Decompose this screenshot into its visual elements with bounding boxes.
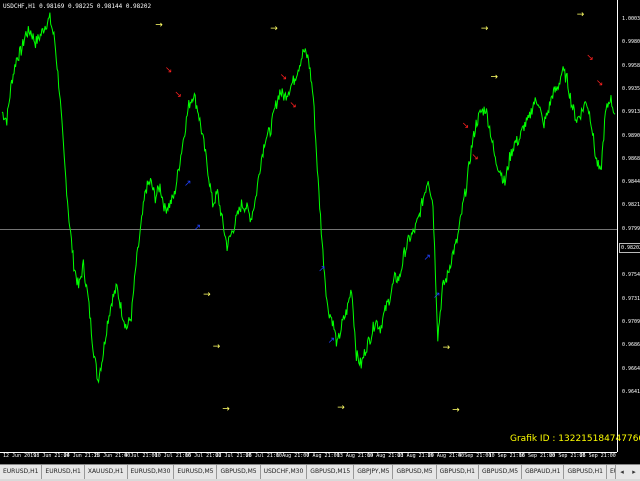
chart-tab[interactable]: EURUSD,M30 [127, 465, 175, 479]
signal-arrow-sell: ↘ [165, 66, 173, 76]
signal-arrow-sell: ↘ [596, 78, 604, 88]
chart-tab[interactable]: GBPUSD,H1 [436, 465, 480, 479]
y-tick-label: 0.98680 [622, 155, 640, 162]
y-tick-label: 0.97095 [622, 318, 640, 325]
signal-arrow-buy: ↗ [194, 223, 202, 233]
signal-arrow-neutral: → [222, 404, 230, 414]
chart-tab[interactable]: XAUUSD,H1 [84, 465, 128, 479]
y-tick-label: 0.97995 [622, 225, 640, 232]
x-tick-label: 1 Aug 21:00 [276, 453, 310, 459]
signal-arrow-sell: ↘ [174, 90, 182, 100]
x-tick-label: 12 Jun 2019 [3, 453, 37, 459]
y-tick-label: 0.96640 [622, 365, 640, 372]
y-tick-label: 1.00030 [622, 16, 640, 22]
y-tick-label: 0.99130 [622, 109, 640, 116]
scroll-left-icon[interactable]: ◂ [620, 468, 624, 476]
price-chart[interactable]: → ↘ ↘ ↗ ↗ → → → → ↘ ↘ ↗ ↗ → ↗ ↗ → → ↘ ↘ → → → ↘ ↘ [0, 0, 617, 452]
price-series-line [1, 12, 616, 384]
current-price-tag: 0.98202 [619, 243, 640, 253]
signal-arrow-neutral: → [452, 405, 460, 415]
y-tick-label: 0.96415 [622, 388, 640, 395]
y-tick-label: 0.97315 [622, 295, 640, 302]
chart-tab[interactable]: EURUSD,H1 [0, 465, 43, 479]
signal-arrow-neutral: → [577, 10, 585, 20]
chart-tab[interactable]: GBPJPY,M5 [354, 465, 394, 479]
signal-arrow-sell: ↘ [280, 73, 288, 83]
signal-arrow-buy: ↗ [433, 291, 441, 301]
chart-tab[interactable]: GBPUSD,M15 [307, 465, 355, 479]
chart-tab[interactable]: GBPUSD,M5 [393, 465, 437, 479]
signal-arrow-buy: ↗ [184, 179, 192, 189]
chart-tab[interactable]: GBPAUD,H1 [522, 465, 565, 479]
chart-tab-bar: EURUSD,H1 EURUSD,H1 XAUUSD,H1 EURUSD,M30 EUR… [0, 464, 640, 481]
chart-tab[interactable]: GBPUSD,M5 [479, 465, 523, 479]
chart-title: USDCHF,H1 0.98169 0.98225 0.98144 0.9820… [3, 3, 152, 10]
chart-tab[interactable]: USDCHF,M30 [260, 465, 308, 479]
scroll-right-icon[interactable]: ▸ [632, 468, 636, 476]
x-tick-label: 26 Sep 21:00 [579, 453, 616, 459]
chart-tab[interactable]: EURUSD,H1 [42, 465, 85, 479]
signal-arrow-sell: ↘ [586, 53, 594, 63]
signal-arrow-sell: ↘ [289, 100, 297, 110]
chart-tab[interactable]: GBPUSD,M5 [217, 465, 261, 479]
signal-arrow-neutral: → [203, 290, 211, 300]
y-tick-label: 0.99580 [622, 62, 640, 69]
signal-arrow-neutral: → [213, 342, 221, 352]
y-tick-label: 0.98900 [622, 132, 640, 139]
x-tick-label: 7 Aug 21:00 [306, 453, 340, 459]
y-tick-label: 0.98445 [622, 179, 640, 186]
x-tick-label: 4 Jul 21:00 [124, 453, 158, 459]
signal-arrow-neutral: → [443, 343, 451, 353]
y-tick-label: 0.99800 [622, 39, 640, 46]
signal-arrow-sell: ↘ [462, 121, 470, 131]
signal-arrow-sell: ↘ [471, 152, 479, 162]
y-tick-label: 0.99350 [622, 85, 640, 92]
chart-area[interactable]: → ↘ ↘ ↗ ↗ → → → → ↘ ↘ ↗ ↗ → ↗ ↗ → → ↘ ↘ → → → ↘ ↘ [0, 0, 617, 452]
signal-arrow-neutral: → [270, 24, 278, 34]
y-tick-label: 0.97540 [622, 272, 640, 279]
chart-tab[interactable]: EURUSD,M5 [174, 465, 218, 479]
tab-scroll-controls: ◂ ▸ [615, 465, 640, 479]
y-tick-label: 0.98215 [622, 202, 640, 209]
y-tick-label: 0.96865 [622, 342, 640, 349]
grafik-id-label: Grafik ID : 1322151847477663​07 [510, 434, 640, 444]
signal-arrow-buy: ↗ [318, 264, 326, 274]
chart-tab[interactable]: GBPUSD,H1 [564, 465, 607, 479]
signal-arrow-neutral: → [490, 73, 498, 83]
signal-arrow-neutral: → [481, 24, 489, 34]
signal-arrow-neutral: → [337, 403, 345, 413]
signal-arrow-neutral: → [155, 21, 163, 31]
signal-arrow-buy: ↗ [328, 336, 336, 346]
signal-arrow-buy: ↗ [423, 253, 431, 263]
x-tick-label: 4 Sep 21:00 [458, 453, 492, 459]
